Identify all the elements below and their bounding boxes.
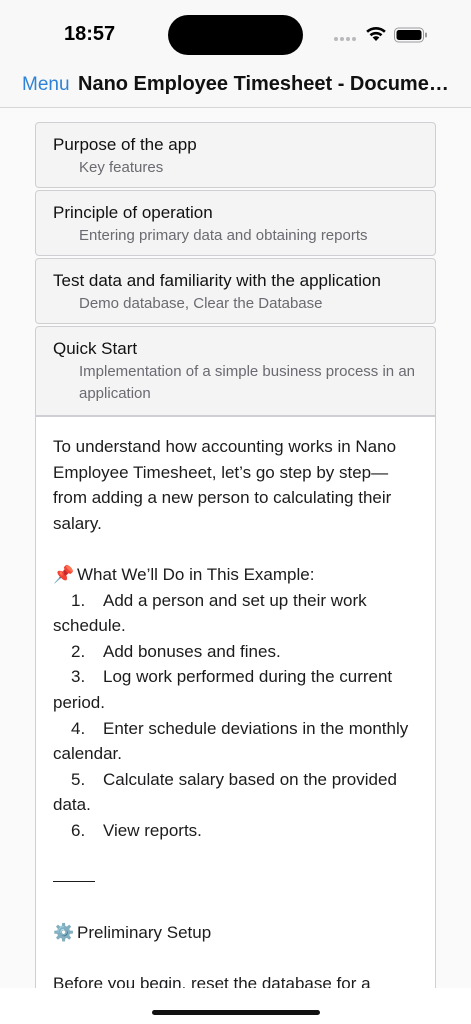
dynamic-island <box>168 15 303 55</box>
divider <box>53 880 95 882</box>
pushpin-icon: 📌 <box>53 564 75 584</box>
section-title: Principle of operation <box>53 203 213 222</box>
menu-button[interactable]: Menu <box>22 74 70 96</box>
setup-paragraph: Before you begin, reset the database for… <box>53 973 371 988</box>
navigation-bar: Menu Nano Employee Timesheet - Documenta… <box>0 60 471 108</box>
section-test-data[interactable]: Test data and familiarity with the appli… <box>35 258 436 324</box>
home-indicator[interactable] <box>152 1010 320 1015</box>
gear-icon: ⚙️ <box>53 922 75 942</box>
setup-heading-text: Preliminary Setup <box>77 922 212 942</box>
section-subtitle: Demo database, Clear the Database <box>79 295 323 312</box>
section-subtitle: Entering primary data and obtaining repo… <box>79 227 368 244</box>
cellular-signal-icon <box>334 37 358 42</box>
section-purpose[interactable]: Purpose of the app Key features <box>35 122 436 188</box>
section-title: Test data and familiarity with the appli… <box>53 271 381 290</box>
quick-start-article: To understand how accounting works in Na… <box>35 416 436 988</box>
section-quick-start[interactable]: Quick Start Implementation of a simple b… <box>35 326 436 416</box>
wifi-icon <box>366 26 386 41</box>
list-item: 1. Add a person and set up their work sch… <box>53 590 367 636</box>
battery-icon <box>394 27 427 43</box>
list-item: 4. Enter schedule deviations in the month… <box>53 718 409 764</box>
setup-heading: ⚙️ Preliminary Setup <box>53 920 418 946</box>
list-item: 6. View reports. <box>71 820 202 840</box>
section-title: Quick Start <box>53 339 138 358</box>
intro-paragraph: To understand how accounting works in Na… <box>53 437 397 533</box>
example-heading-text: What We’ll Do in This Example: <box>77 564 315 584</box>
page-title: Nano Employee Timesheet - Documentation <box>78 73 450 95</box>
section-subtitle: Key features <box>79 159 164 176</box>
status-time: 18:57 <box>64 23 116 45</box>
section-subtitle: Implementation of a simple business proc… <box>79 363 416 402</box>
status-bar: 18:57 <box>0 0 471 60</box>
list-item: 5. Calculate salary based on the provided… <box>53 769 397 815</box>
section-title: Purpose of the app <box>53 135 197 154</box>
section-principle[interactable]: Principle of operation Entering primary … <box>35 190 436 256</box>
example-heading: 📌 What We’ll Do in This Example: <box>53 562 418 588</box>
home-indicator-area <box>0 988 471 1024</box>
list-item: 3. Log work performed during the current … <box>53 667 393 712</box>
list-item: 2. Add bonuses and fines. <box>71 641 281 661</box>
documentation-content[interactable]: Purpose of the app Key features Principl… <box>0 108 471 988</box>
